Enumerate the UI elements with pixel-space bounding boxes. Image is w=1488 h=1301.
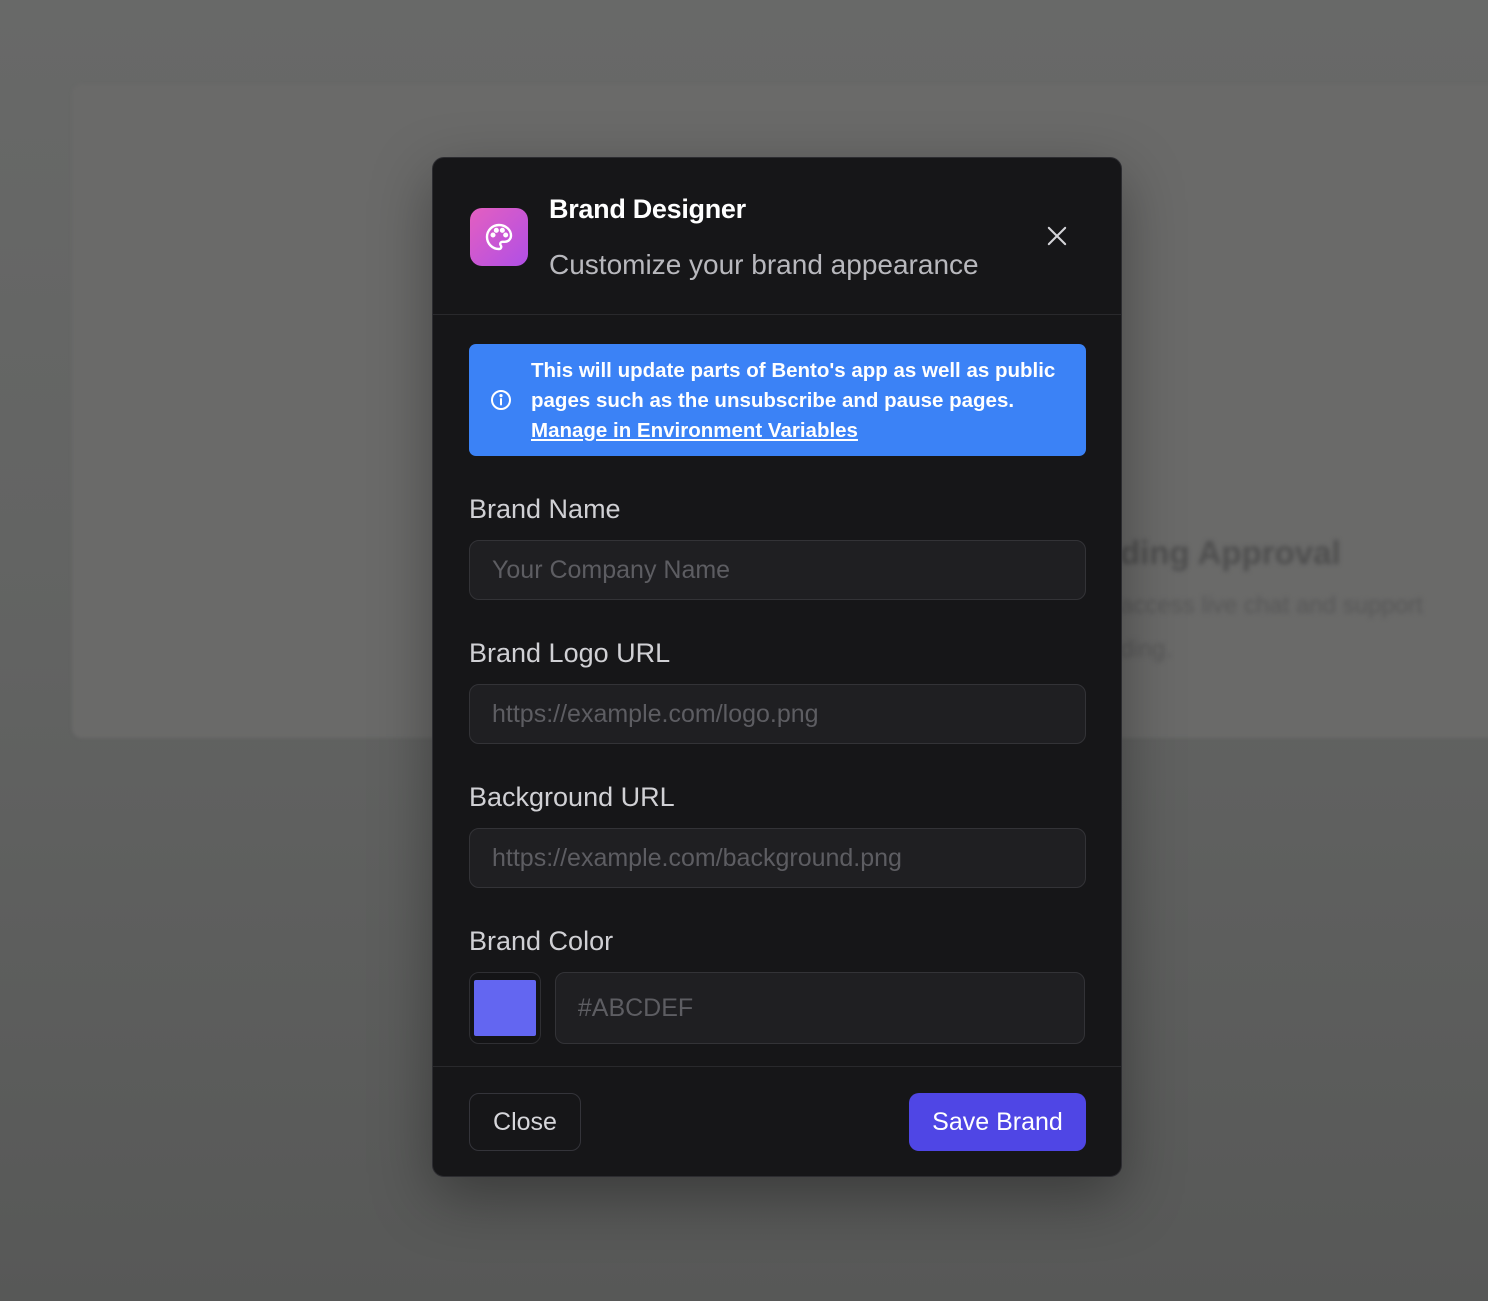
color-picker-button[interactable]: [469, 972, 541, 1044]
brand-name-input[interactable]: [469, 540, 1086, 600]
info-banner-text: This will update parts of Bento's app as…: [531, 359, 1056, 412]
save-brand-button[interactable]: Save Brand: [909, 1093, 1086, 1151]
color-swatch: [473, 980, 536, 1036]
brand-name-label: Brand Name: [469, 494, 621, 524]
background-text-line: ding.: [1120, 636, 1173, 663]
info-circle-icon: [489, 388, 513, 412]
background-url-input[interactable]: [469, 828, 1086, 888]
palette-icon: [470, 208, 528, 266]
brand-designer-dialog: Brand Designer Customize your brand appe…: [432, 157, 1122, 1177]
brand-logo-url-input[interactable]: [469, 684, 1086, 744]
close-button[interactable]: Close: [469, 1093, 581, 1151]
brand-color-hex-input[interactable]: [554, 972, 1085, 1044]
background-text-line: access live chat and support: [1120, 592, 1423, 619]
dialog-body: This will update parts of Bento's app as…: [433, 315, 1121, 1044]
brand-color-row: [469, 972, 1085, 1044]
brand-logo-url-label: Brand Logo URL: [469, 638, 671, 668]
info-banner: This will update parts of Bento's app as…: [469, 344, 1086, 456]
dialog-header: Brand Designer Customize your brand appe…: [433, 158, 1121, 315]
background-url-label: Background URL: [469, 782, 675, 812]
background-heading: ding Approval: [1120, 534, 1341, 571]
dialog-title: Brand Designer: [549, 194, 746, 224]
dialog-subtitle: Customize your brand appearance: [549, 249, 979, 280]
dialog-footer: Close Save Brand: [433, 1066, 1121, 1176]
manage-env-variables-link[interactable]: Manage in Environment Variables: [531, 416, 858, 446]
brand-color-label: Brand Color: [469, 926, 614, 956]
close-icon[interactable]: [1043, 222, 1071, 250]
